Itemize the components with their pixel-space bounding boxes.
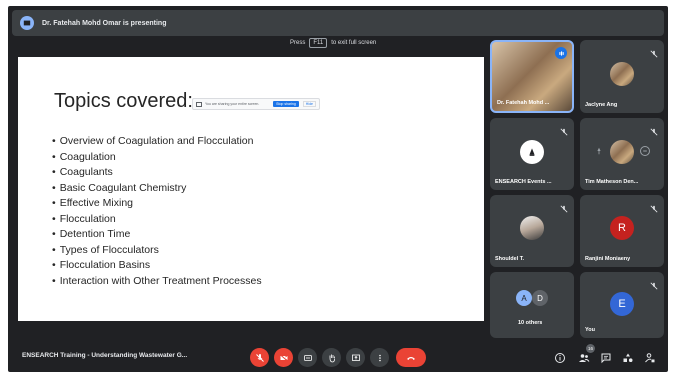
meet-window: Dr. Fatehah Mohd Omar is presenting Pres… — [8, 6, 668, 372]
captions-button[interactable] — [298, 348, 317, 367]
participant-name: 10 others — [518, 320, 543, 326]
avatar: E — [610, 292, 634, 316]
activities-button[interactable] — [622, 351, 634, 363]
list-item: Overview of Coagulation and Flocculation — [52, 134, 262, 150]
participant-tile-tim[interactable]: Tim Matheson Den... — [580, 118, 664, 190]
participant-name: Shouldel T. — [495, 256, 525, 262]
participant-name: ENSEARCH Events ... — [495, 179, 552, 185]
meeting-details-button[interactable] — [554, 351, 566, 363]
more-options-button[interactable] — [370, 348, 389, 367]
avatar — [520, 216, 544, 240]
present-button[interactable] — [346, 348, 365, 367]
camera-toggle-button[interactable] — [274, 348, 293, 367]
raise-hand-button[interactable] — [322, 348, 341, 367]
list-item: Coagulants — [52, 165, 262, 181]
participant-tile-others[interactable]: A D 10 others — [490, 272, 574, 338]
mic-off-icon — [560, 123, 568, 136]
mic-off-icon — [650, 45, 658, 58]
remove-icon[interactable] — [640, 146, 650, 156]
speaking-icon — [555, 47, 567, 59]
participant-name: Ranjini Moniaeny — [585, 256, 631, 262]
slide-title: Topics covered: — [54, 90, 193, 112]
presenting-icon — [20, 16, 34, 30]
participant-name: Dr. Fatehah Mohd ... — [497, 100, 550, 106]
activities-icon — [623, 353, 633, 362]
mic-off-icon — [650, 200, 658, 213]
f11-key: F11 — [309, 38, 328, 48]
present-icon — [351, 354, 360, 361]
stop-sharing-button[interactable]: Stop sharing — [273, 101, 299, 107]
camera-off-icon — [279, 353, 288, 362]
avatar: A — [516, 290, 532, 306]
participant-name: You — [585, 327, 595, 333]
meeting-title: ENSEARCH Training - Understanding Wastew… — [22, 352, 188, 359]
mic-toggle-button[interactable] — [250, 348, 269, 367]
list-item: Types of Flocculators — [52, 243, 262, 259]
fullscreen-hint: Press F11 to exit full screen — [290, 38, 377, 48]
hand-icon — [329, 354, 335, 362]
screen-share-popup: You are sharing your entire screen. Stop… — [192, 98, 320, 110]
pin-icon[interactable] — [594, 146, 604, 156]
info-icon — [555, 353, 565, 363]
participant-tile-shouldel[interactable]: Shouldel T. — [490, 195, 574, 267]
hangup-icon — [407, 356, 415, 360]
list-item: Coagulation — [52, 150, 262, 166]
screen-icon — [196, 101, 202, 107]
lock-person-icon — [645, 353, 655, 363]
participant-name: Jaclyne Ang — [585, 102, 618, 108]
list-item: Flocculation — [52, 212, 262, 228]
topics-list: Overview of Coagulation and Flocculation… — [52, 134, 262, 289]
participant-tile-you[interactable]: E You — [580, 272, 664, 338]
mic-off-icon — [650, 123, 658, 136]
presenting-bar: Dr. Fatehah Mohd Omar is presenting — [12, 10, 664, 36]
mic-off-icon — [560, 200, 568, 213]
participant-name: Tim Matheson Den... — [585, 179, 639, 185]
control-bar: ENSEARCH Training - Understanding Wastew… — [8, 342, 668, 372]
more-vert-icon — [378, 354, 381, 361]
avatar: D — [532, 290, 548, 306]
presenting-text: Dr. Fatehah Mohd Omar is presenting — [42, 19, 167, 27]
participant-tile-jaclyne[interactable]: Jaclyne Ang — [580, 40, 664, 113]
avatar — [520, 140, 544, 164]
chat-button[interactable] — [600, 351, 612, 364]
captions-icon — [303, 354, 312, 361]
hide-button[interactable]: Hide — [302, 101, 316, 107]
avatar: R — [610, 216, 634, 240]
list-item: Basic Coagulant Chemistry — [52, 181, 262, 197]
list-item: Interaction with Other Treatment Process… — [52, 274, 262, 290]
leave-call-button[interactable] — [396, 348, 426, 367]
avatar — [610, 62, 634, 86]
list-item: Flocculation Basins — [52, 258, 262, 274]
shared-slide: Topics covered: You are sharing your ent… — [18, 57, 484, 321]
participant-count-badge: 16 — [586, 344, 595, 353]
mic-off-icon — [255, 353, 264, 362]
participant-tile-presenter[interactable]: Dr. Fatehah Mohd ... — [490, 40, 574, 113]
people-icon — [579, 354, 590, 362]
participant-tile-ensearch[interactable]: ENSEARCH Events ... — [490, 118, 574, 190]
list-item: Effective Mixing — [52, 196, 262, 212]
participant-tile-ranjini[interactable]: R Ranjini Moniaeny — [580, 195, 664, 267]
avatar — [610, 140, 634, 164]
list-item: Detention Time — [52, 227, 262, 243]
mic-off-icon — [650, 277, 658, 290]
host-controls-button[interactable] — [644, 351, 656, 363]
logo-icon — [529, 148, 535, 156]
chat-icon — [601, 353, 611, 364]
